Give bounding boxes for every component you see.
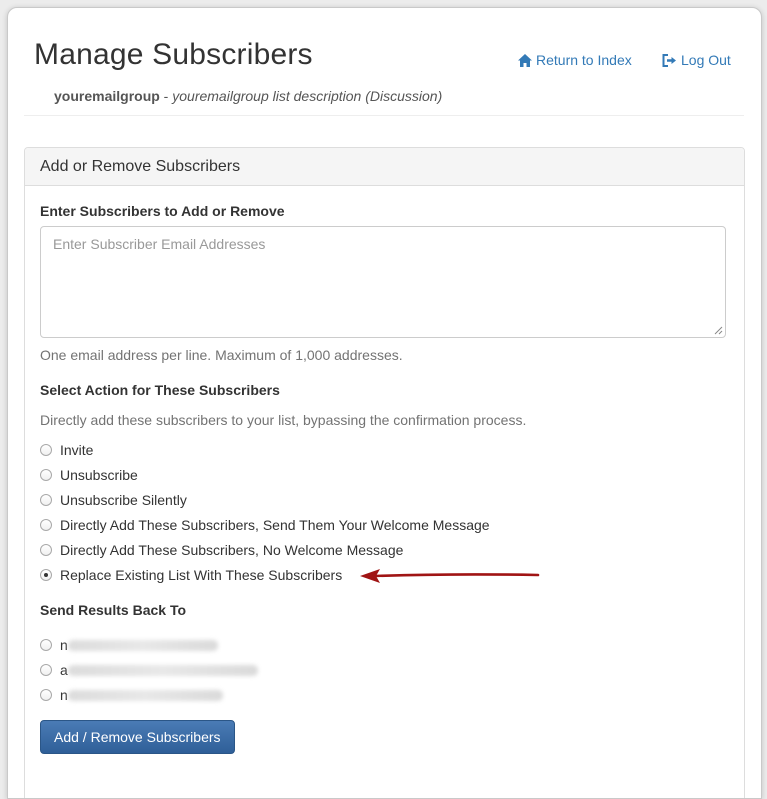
send-results-label: Send Results Back To bbox=[40, 602, 187, 618]
select-action-label: Select Action for These Subscribers bbox=[40, 382, 280, 398]
return-to-index-link[interactable]: Return to Index bbox=[518, 52, 632, 68]
log-out-link[interactable]: Log Out bbox=[662, 52, 731, 68]
radio-button[interactable] bbox=[40, 494, 52, 506]
action-option-replace-list[interactable]: Replace Existing List With These Subscri… bbox=[40, 566, 342, 584]
radio-button[interactable] bbox=[40, 519, 52, 531]
resize-handle-icon[interactable] bbox=[714, 326, 723, 335]
home-icon bbox=[518, 53, 532, 67]
group-name: youremailgroup bbox=[54, 88, 160, 104]
redacted-email bbox=[67, 639, 218, 651]
radio-button[interactable] bbox=[40, 689, 52, 701]
header-divider bbox=[24, 115, 744, 116]
subscriber-emails-textarea[interactable]: Enter Subscriber Email Addresses bbox=[40, 226, 726, 338]
radio-button[interactable] bbox=[40, 444, 52, 456]
results-option-initial: a bbox=[60, 662, 68, 678]
subscribers-panel: Add or Remove Subscribers Enter Subscrib… bbox=[24, 147, 745, 798]
radio-button[interactable] bbox=[40, 639, 52, 651]
redacted-email bbox=[67, 664, 258, 676]
action-option-unsubscribe[interactable]: Unsubscribe bbox=[40, 466, 138, 484]
add-remove-subscribers-button[interactable]: Add / Remove Subscribers bbox=[40, 720, 235, 754]
redacted-email bbox=[67, 689, 223, 701]
action-option-add-with-welcome[interactable]: Directly Add These Subscribers, Send The… bbox=[40, 516, 490, 534]
page-title: Manage Subscribers bbox=[34, 38, 313, 71]
textarea-placeholder: Enter Subscriber Email Addresses bbox=[53, 236, 266, 252]
radio-button[interactable] bbox=[40, 469, 52, 481]
action-option-label: Directly Add These Subscribers, No Welco… bbox=[60, 542, 404, 558]
radio-button[interactable] bbox=[40, 664, 52, 676]
enter-subscribers-label: Enter Subscribers to Add or Remove bbox=[40, 203, 285, 219]
action-description: Directly add these subscribers to your l… bbox=[40, 412, 527, 428]
action-option-label: Unsubscribe bbox=[60, 467, 138, 483]
results-option[interactable]: n bbox=[40, 686, 223, 704]
action-option-unsubscribe-silently[interactable]: Unsubscribe Silently bbox=[40, 491, 187, 509]
return-to-index-label: Return to Index bbox=[536, 52, 632, 68]
results-option-initial: n bbox=[60, 637, 68, 653]
log-out-label: Log Out bbox=[681, 52, 731, 68]
log-out-icon bbox=[662, 53, 676, 67]
results-option[interactable]: n bbox=[40, 636, 218, 654]
radio-button[interactable] bbox=[40, 544, 52, 556]
action-option-label: Directly Add These Subscribers, Send The… bbox=[60, 517, 490, 533]
action-option-invite[interactable]: Invite bbox=[40, 441, 93, 459]
results-option-initial: n bbox=[60, 687, 68, 703]
email-help-text: One email address per line. Maximum of 1… bbox=[40, 347, 403, 363]
radio-button-selected[interactable] bbox=[40, 569, 52, 581]
panel-heading: Add or Remove Subscribers bbox=[25, 148, 744, 186]
action-option-label: Invite bbox=[60, 442, 94, 458]
group-description: youremailgroup list description (Discuss… bbox=[172, 88, 443, 104]
action-option-label: Replace Existing List With These Subscri… bbox=[60, 567, 343, 583]
group-subtitle: youremailgroup - youremailgroup list des… bbox=[54, 88, 442, 104]
results-option[interactable]: a bbox=[40, 661, 258, 679]
action-option-add-no-welcome[interactable]: Directly Add These Subscribers, No Welco… bbox=[40, 541, 403, 559]
subtitle-separator: - bbox=[159, 88, 173, 104]
app-window: Manage Subscribers youremailgroup - your… bbox=[7, 7, 762, 799]
action-option-label: Unsubscribe Silently bbox=[60, 492, 187, 508]
annotation-arrow-icon bbox=[360, 569, 540, 583]
